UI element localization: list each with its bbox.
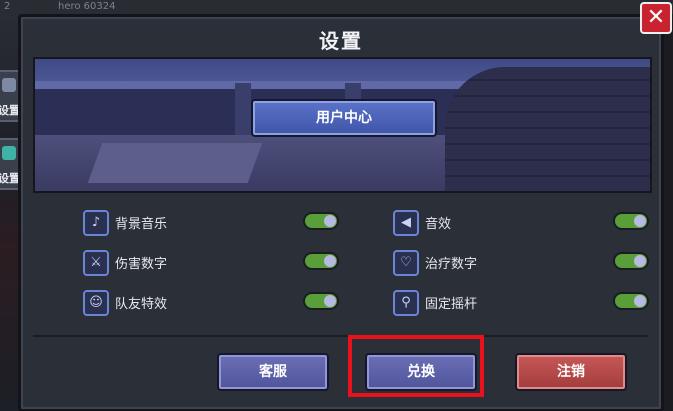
side-settings-label-2: 设置 bbox=[0, 172, 20, 185]
gear-icon bbox=[2, 78, 16, 92]
redeem-button[interactable]: 兑换 bbox=[365, 353, 477, 391]
scene-tower bbox=[445, 67, 650, 191]
toggle-knob bbox=[634, 295, 646, 307]
setting-label-teammate-effects: 队友特效 bbox=[115, 297, 168, 312]
setting-label-fixed-joystick: 固定摇杆 bbox=[425, 297, 478, 312]
close-icon[interactable]: ✕ bbox=[640, 2, 672, 34]
settings-dialog: 设置 用户中心 ♪ 背景音乐 ⚔ 伤害数字 ☺ 队友特效 ◀ 音效 ♡ 治疗数字… bbox=[18, 14, 664, 411]
joystick-icon: ⚲ bbox=[393, 290, 419, 316]
music-note-icon: ♪ bbox=[83, 210, 109, 236]
logout-button[interactable]: 注销 bbox=[515, 353, 627, 391]
scene-rug bbox=[87, 143, 263, 183]
game-screen: 2 hero 60324 设置 设置 设置 用户中心 ♪ 背景音乐 ⚔ 伤害数字… bbox=[0, 0, 673, 411]
user-center-button[interactable]: 用户中心 bbox=[251, 99, 437, 137]
gem-icon bbox=[2, 146, 16, 160]
setting-label-bgm: 背景音乐 bbox=[115, 217, 168, 232]
toggle-knob bbox=[324, 255, 336, 267]
customer-service-button[interactable]: 客服 bbox=[217, 353, 329, 391]
toggle-fixed-joystick[interactable] bbox=[613, 292, 649, 310]
player-level: 2 bbox=[4, 1, 11, 12]
setting-label-heal-numbers: 治疗数字 bbox=[425, 257, 478, 272]
speaker-icon: ◀ bbox=[393, 210, 419, 236]
dialog-title: 设置 bbox=[319, 29, 363, 53]
toggle-bgm[interactable] bbox=[303, 212, 339, 230]
sword-icon: ⚔ bbox=[83, 250, 109, 276]
player-name: hero 60324 bbox=[58, 1, 116, 12]
toggle-sound-effects[interactable] bbox=[613, 212, 649, 230]
setting-label-sound-effects: 音效 bbox=[425, 217, 452, 232]
teammate-icon: ☺ bbox=[83, 290, 109, 316]
toggle-knob bbox=[634, 255, 646, 267]
toggle-teammate-effects[interactable] bbox=[303, 292, 339, 310]
scene-pillar bbox=[235, 83, 251, 139]
side-settings-label-1: 设置 bbox=[0, 104, 20, 117]
setting-label-damage-numbers: 伤害数字 bbox=[115, 257, 168, 272]
toggle-knob bbox=[634, 215, 646, 227]
divider bbox=[33, 335, 648, 337]
heart-icon: ♡ bbox=[393, 250, 419, 276]
background-top-strip: 2 hero 60324 bbox=[0, 0, 673, 14]
banner-scene: 用户中心 bbox=[33, 57, 652, 193]
toggle-damage-numbers[interactable] bbox=[303, 252, 339, 270]
toggle-heal-numbers[interactable] bbox=[613, 252, 649, 270]
toggle-knob bbox=[324, 295, 336, 307]
toggle-knob bbox=[324, 215, 336, 227]
